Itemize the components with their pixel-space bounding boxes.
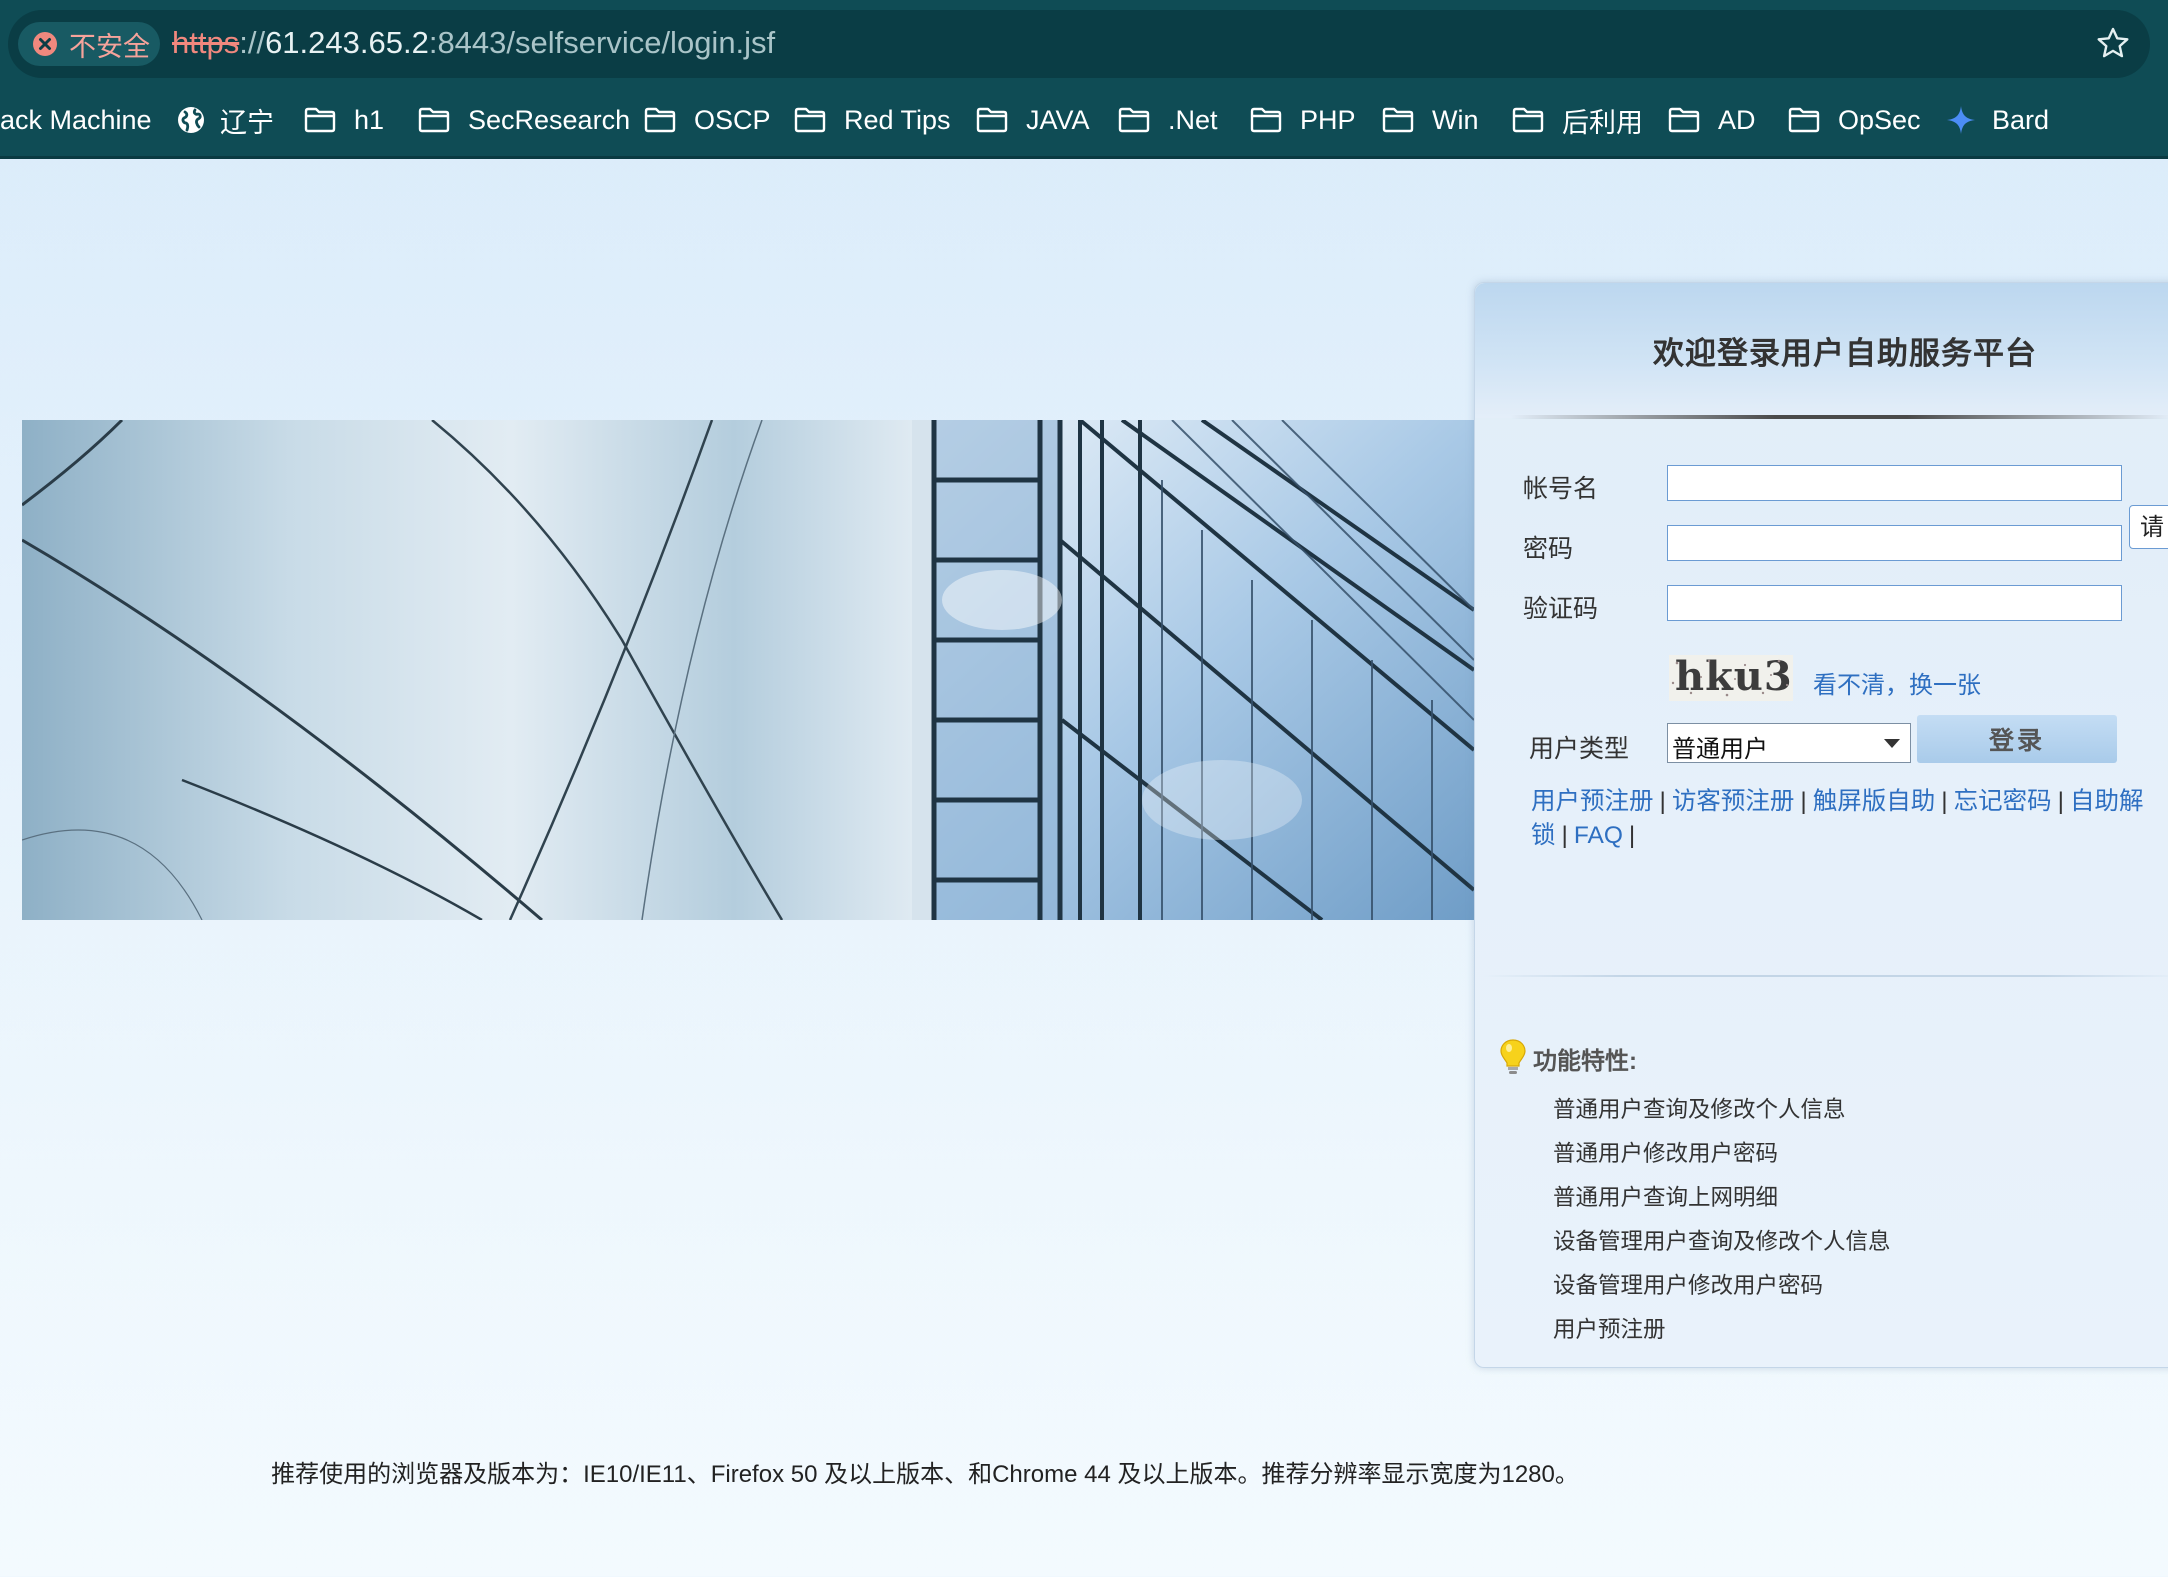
folder-icon [976,107,1008,133]
panel-title: 欢迎登录用户自助服务平台 [1653,336,2037,371]
chrome-divider [0,156,2168,159]
link-touch-version[interactable]: 触屏版自助 [1813,788,1936,815]
features-list: 普通用户查询及修改个人信息 普通用户修改用户密码 普通用户查询上网明细 设备管理… [1553,1095,1891,1359]
bookmark-attack-machine[interactable]: ack Machine [0,98,152,142]
url-separator: :// [239,25,266,60]
bookmark-folder-opsec[interactable]: OpSec [1788,98,1921,142]
feature-item: 普通用户修改用户密码 [1553,1141,1779,1166]
folder-icon [794,107,826,133]
building-illustration [22,420,1474,920]
link-user-preregister[interactable]: 用户预注册 [1531,788,1654,815]
bookmark-label: SecResearch [468,104,631,135]
features-title: 功能特性: [1533,1048,1637,1075]
login-button[interactable]: 登录 [1917,715,2117,763]
folder-icon [1788,107,1820,133]
bookmark-label: 辽宁 [220,107,274,138]
folder-icon [1118,107,1150,133]
folder-icon [1250,107,1282,133]
login-panel: 欢迎登录用户自助服务平台 帐号名 密码 请 验证码 hku3 看不清，换一张 用… [1474,282,2168,1368]
link-separator: | [1800,788,1807,815]
folder-icon [1668,107,1700,133]
bookmark-label: 后利用 [1562,107,1643,138]
folder-icon [1382,107,1414,133]
bookmark-label: JAVA [1026,104,1090,135]
usertype-select[interactable]: 普通用户 [1667,723,1911,763]
url-path: :8443/selfservice/login.jsf [428,25,776,60]
folder-icon [644,107,676,133]
link-faq[interactable]: FAQ [1574,822,1623,849]
features-divider [1483,975,2168,977]
url-scheme: https [172,25,240,60]
feature-item: 普通用户查询上网明细 [1553,1185,1779,1210]
account-input[interactable] [1667,465,2122,501]
link-separator: | [1659,788,1666,815]
account-label: 帐号名 [1523,475,1599,503]
hero-banner-image [22,420,1474,920]
bookmark-liaoning[interactable]: 辽宁 [176,98,274,142]
bookmark-label: Win [1432,104,1479,135]
lightbulb-icon [1500,1039,1526,1074]
address-bar[interactable]: 不安全 https://61.243.65.2:8443/selfservice… [8,10,2150,78]
title-underline [1511,415,2168,419]
usertype-label: 用户类型 [1529,735,1630,763]
bookmark-label: Red Tips [844,104,951,135]
link-separator: | [1628,822,1636,849]
link-forgot-password[interactable]: 忘记密码 [1954,788,2052,815]
password-input[interactable] [1667,525,2122,561]
feature-item: 普通用户查询及修改个人信息 [1553,1097,1846,1122]
globe-icon [178,107,204,133]
bookmark-label: OSCP [694,104,771,135]
input-tooltip: 请 [2129,505,2168,549]
browser-chrome: 不安全 https://61.243.65.2:8443/selfservice… [0,0,2168,159]
link-separator: | [1561,822,1568,849]
not-secure-icon [33,32,57,56]
bookmark-folder-ad[interactable]: AD [1668,98,1756,142]
bookmark-label: PHP [1300,104,1356,135]
url-host: 61.243.65.2 [265,25,429,60]
security-indicator[interactable]: 不安全 [18,22,160,66]
link-separator: | [1941,788,1948,815]
link-visitor-preregister[interactable]: 访客预注册 [1672,788,1795,815]
folder-icon [1512,107,1544,133]
captcha-image[interactable]: hku3 [1669,655,1793,701]
captcha-input[interactable] [1667,585,2122,621]
bookmark-star-icon[interactable] [2096,26,2130,60]
bookmark-label: ack Machine [0,104,152,135]
captcha-noise [1671,659,1789,697]
bookmark-folder-dotnet[interactable]: .Net [1118,98,1218,142]
folder-icon [304,107,336,133]
link-separator: | [2057,788,2064,815]
bookmark-folder-java[interactable]: JAVA [976,98,1090,142]
dropdown-arrow-icon [1884,739,1900,748]
bookmark-bard[interactable]: Bard [1946,98,2049,142]
bookmark-folder-secresearch[interactable]: SecResearch [418,98,630,142]
feature-item: 设备管理用户查询及修改个人信息 [1553,1229,1891,1254]
link-row: 用户预注册 | 访客预注册 | 触屏版自助 | 忘记密码 | 自助解锁 | FAQ | [1531,785,2151,853]
captcha-refresh-link[interactable]: 看不清，换一张 [1813,665,1981,700]
bookmark-folder-win[interactable]: Win [1382,98,1479,142]
bookmark-label: h1 [354,104,385,135]
bookmarks-bar: ack Machine 辽宁 h1 SecResearch OSCP Red T… [0,98,2168,142]
folder-icon [418,107,450,133]
bookmark-label: .Net [1168,104,1218,135]
browser-recommendation-note: 推荐使用的浏览器及版本为：IE10/IE11、Firefox 50 及以上版本、… [271,1461,1579,1488]
bookmark-folder-php[interactable]: PHP [1250,98,1356,142]
captcha-label: 验证码 [1523,595,1599,623]
security-label: 不安全 [69,31,150,62]
bookmark-folder-post-exploitation[interactable]: 后利用 [1512,98,1643,142]
usertype-value: 普通用户 [1672,736,1768,763]
password-label: 密码 [1523,535,1574,563]
bookmark-label: AD [1718,104,1756,135]
sparkle-icon [1947,106,1975,134]
url-text[interactable]: https://61.243.65.2:8443/selfservice/log… [172,25,775,61]
feature-item: 用户预注册 [1553,1317,1666,1342]
bookmark-label: Bard [1992,104,2050,135]
bookmark-folder-red-tips[interactable]: Red Tips [794,98,951,142]
bookmark-folder-oscp[interactable]: OSCP [644,98,771,142]
bookmark-label: OpSec [1838,104,1921,135]
bookmark-folder-h1[interactable]: h1 [304,98,384,142]
feature-item: 设备管理用户修改用户密码 [1553,1273,1824,1298]
